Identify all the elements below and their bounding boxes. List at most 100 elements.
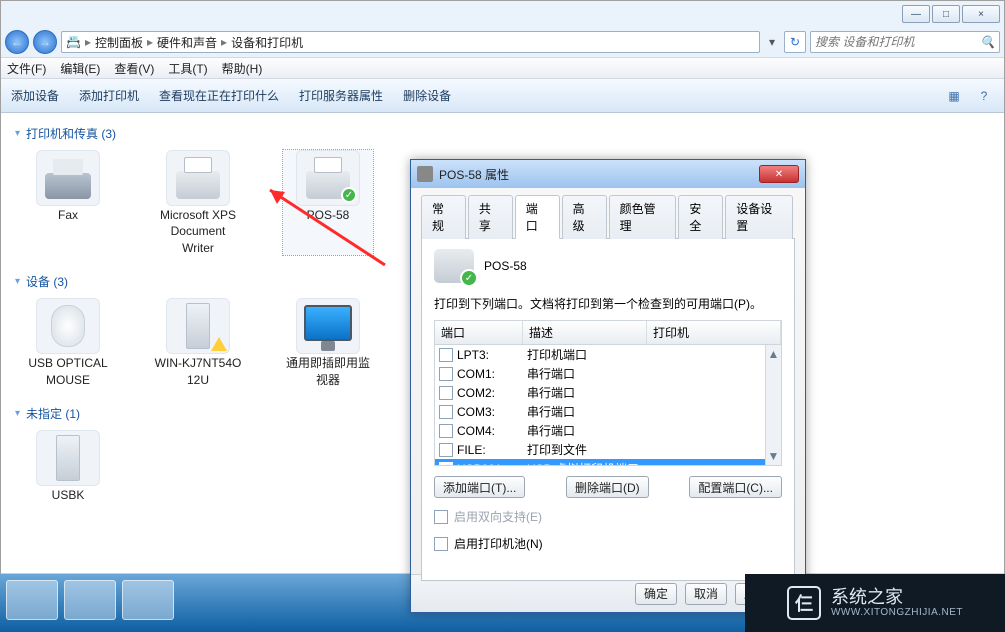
checkbox[interactable] <box>439 348 453 362</box>
cancel-button[interactable]: 取消 <box>685 583 727 605</box>
port-row[interactable]: COM3: 串行端口 <box>435 402 781 421</box>
breadcrumb[interactable]: 📇 ▸ 控制面板 ▸ 硬件和声音 ▸ 设备和打印机 <box>61 31 760 53</box>
device-xps[interactable]: Microsoft XPS Document Writer <box>153 150 243 255</box>
port-list[interactable]: 端口 描述 打印机 LPT3: 打印机端口 COM1: 串行端口 <box>434 320 782 466</box>
device-label: Microsoft XPS <box>160 208 236 222</box>
delete-port-button[interactable]: 删除端口(D) <box>566 476 649 498</box>
tab-general[interactable]: 常规 <box>421 195 466 239</box>
group-printers-header[interactable]: 打印机和传真 (3) <box>15 125 990 142</box>
device-label: USBK <box>52 488 85 502</box>
col-desc[interactable]: 描述 <box>523 321 647 344</box>
bidirectional-label: 启用双向支持(E) <box>454 508 542 525</box>
search-input[interactable] <box>815 35 980 49</box>
maximize-button[interactable]: □ <box>932 5 960 23</box>
search-box[interactable]: 🔍 <box>810 31 1000 53</box>
back-button[interactable]: ← <box>5 30 29 54</box>
help-icon[interactable]: ? <box>974 86 994 106</box>
device-label: Writer <box>182 241 214 255</box>
port-buttons: 添加端口(T)... 删除端口(D) 配置端口(C)... <box>434 476 782 498</box>
tab-ports[interactable]: 端口 <box>515 195 560 239</box>
device-monitor[interactable]: 通用即插即用监 视器 <box>283 298 373 387</box>
port-desc: USB 虚拟打印机端口 <box>527 460 647 465</box>
view-mode-icon[interactable]: ▦ <box>944 86 964 106</box>
device-pos58[interactable]: ✓ POS-58 <box>283 150 373 255</box>
device-fax[interactable]: Fax <box>23 150 113 255</box>
port-name: COM2: <box>457 386 527 400</box>
dialog-title: POS-58 属性 <box>439 166 509 183</box>
watermark-logo-icon: 仨 <box>787 586 821 620</box>
default-badge-icon: ✓ <box>341 187 357 203</box>
forward-button[interactable]: → <box>33 30 57 54</box>
menu-view[interactable]: 查看(V) <box>114 60 154 77</box>
btn-add-printer[interactable]: 添加打印机 <box>79 87 139 104</box>
tab-share[interactable]: 共享 <box>468 195 513 239</box>
ok-button[interactable]: 确定 <box>635 583 677 605</box>
menu-file[interactable]: 文件(F) <box>7 60 46 77</box>
breadcrumb-sep: ▸ <box>85 35 91 49</box>
device-computer[interactable]: WIN-KJ7NT54O 12U <box>153 298 243 387</box>
scrollbar[interactable]: ▲ ▼ <box>765 345 781 465</box>
port-name: LPT3: <box>457 348 527 362</box>
device-label: Fax <box>58 208 78 222</box>
breadcrumb-dropdown[interactable]: ▾ <box>764 35 780 49</box>
refresh-button[interactable]: ↻ <box>784 31 806 53</box>
device-mouse[interactable]: USB OPTICAL MOUSE <box>23 298 113 387</box>
checkbox[interactable] <box>439 405 453 419</box>
device-label: POS-58 <box>307 208 350 222</box>
device-label: Document <box>171 224 226 238</box>
taskbar-item <box>64 580 116 620</box>
scroll-down-icon[interactable]: ▼ <box>768 449 780 463</box>
dialog-close-button[interactable]: ✕ <box>759 165 799 183</box>
port-row[interactable]: COM4: 串行端口 <box>435 421 781 440</box>
device-usbk[interactable]: USBK <box>23 430 113 502</box>
port-desc: 串行端口 <box>527 403 647 420</box>
printer-pool-label: 启用打印机池(N) <box>454 535 543 552</box>
tab-security[interactable]: 安全 <box>678 195 723 239</box>
close-button[interactable]: × <box>962 5 1000 23</box>
printer-name: POS-58 <box>484 259 527 273</box>
menu-help[interactable]: 帮助(H) <box>222 60 263 77</box>
menu-edit[interactable]: 编辑(E) <box>60 60 100 77</box>
scroll-up-icon[interactable]: ▲ <box>768 347 780 361</box>
breadcrumb-seg[interactable]: 控制面板 <box>95 34 143 51</box>
watermark: 仨 系统之家 WWW.XITONGZHIJIA.NET <box>745 574 1005 632</box>
fax-icon <box>36 150 100 206</box>
port-name: FILE: <box>457 443 527 457</box>
search-icon: 🔍 <box>980 35 995 49</box>
port-name: COM1: <box>457 367 527 381</box>
device-label: 视器 <box>316 373 340 387</box>
printer-properties-dialog: POS-58 属性 ✕ 常规 共享 端口 高级 颜色管理 安全 设备设置 POS… <box>410 159 806 613</box>
checkbox-checked[interactable]: ✓ <box>439 462 453 466</box>
port-row-selected[interactable]: ✓ USB001 USB 虚拟打印机端口 <box>435 459 781 465</box>
btn-add-device[interactable]: 添加设备 <box>11 87 59 104</box>
port-row[interactable]: FILE: 打印到文件 <box>435 440 781 459</box>
checkbox[interactable] <box>439 424 453 438</box>
checkbox[interactable] <box>434 537 448 551</box>
tab-color[interactable]: 颜色管理 <box>609 195 677 239</box>
port-row[interactable]: COM2: 串行端口 <box>435 383 781 402</box>
col-printer[interactable]: 打印机 <box>647 321 781 344</box>
tab-device[interactable]: 设备设置 <box>725 195 793 239</box>
btn-remove-device[interactable]: 删除设备 <box>403 87 451 104</box>
minimize-button[interactable]: — <box>902 5 930 23</box>
port-row[interactable]: LPT3: 打印机端口 <box>435 345 781 364</box>
monitor-icon <box>296 298 360 354</box>
breadcrumb-seg[interactable]: 设备和打印机 <box>231 34 303 51</box>
checkbox[interactable] <box>439 443 453 457</box>
breadcrumb-seg[interactable]: 硬件和声音 <box>157 34 217 51</box>
tab-advanced[interactable]: 高级 <box>562 195 607 239</box>
titlebar: — □ × <box>1 1 1004 27</box>
btn-see-printing[interactable]: 查看现在正在打印什么 <box>159 87 279 104</box>
menu-tools[interactable]: 工具(T) <box>168 60 207 77</box>
configure-port-button[interactable]: 配置端口(C)... <box>689 476 782 498</box>
btn-print-server-props[interactable]: 打印服务器属性 <box>299 87 383 104</box>
checkbox[interactable] <box>439 367 453 381</box>
toolbar: 添加设备 添加打印机 查看现在正在打印什么 打印服务器属性 删除设备 ▦ ? <box>1 79 1004 113</box>
col-port[interactable]: 端口 <box>435 321 523 344</box>
printer-pool-checkbox-row[interactable]: 启用打印机池(N) <box>434 535 782 552</box>
dialog-titlebar[interactable]: POS-58 属性 ✕ <box>411 160 805 188</box>
checkbox[interactable] <box>439 386 453 400</box>
port-list-header: 端口 描述 打印机 <box>435 321 781 345</box>
port-row[interactable]: COM1: 串行端口 <box>435 364 781 383</box>
add-port-button[interactable]: 添加端口(T)... <box>434 476 525 498</box>
